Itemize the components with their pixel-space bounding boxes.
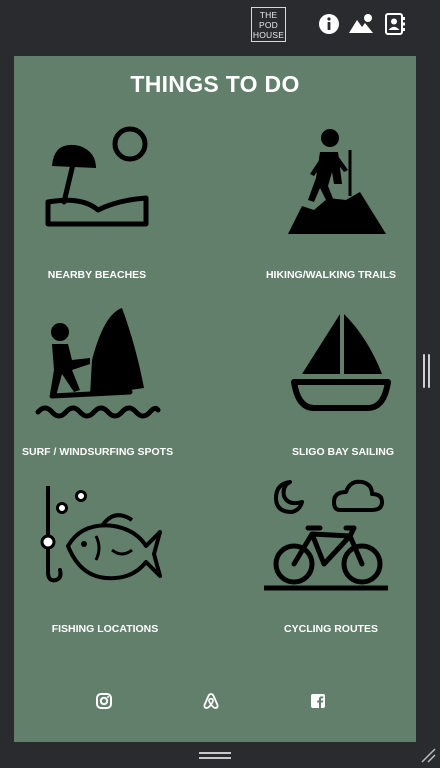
activity-label: HIKING/WALKING TRAILS (265, 269, 397, 281)
activity-label: SURF / WINDSURFING SPOTS (22, 446, 174, 458)
logo[interactable]: THE POD HOUSE (251, 7, 286, 42)
resize-grip-icon[interactable] (420, 747, 436, 763)
page-title: THINGS TO DO (130, 71, 300, 97)
drag-handle[interactable] (199, 752, 231, 760)
hiker-icon (288, 129, 386, 234)
facebook-icon[interactable] (309, 692, 327, 710)
main-panel: THINGS TO DO NEARBY BEACHES HIKING/WALKI… (14, 56, 416, 742)
bicycle-icon (264, 479, 388, 591)
activity-nearby-beaches[interactable]: NEARBY BEACHES (14, 116, 184, 286)
contacts-icon[interactable] (384, 12, 406, 36)
windsurfing-icon (35, 308, 161, 419)
activity-label: FISHING LOCATIONS (51, 623, 159, 635)
activity-fishing-locations[interactable]: FISHING LOCATIONS (14, 468, 204, 638)
top-bar (0, 0, 440, 56)
logo-line: HOUSE (252, 29, 285, 40)
activity-cycling-routes[interactable]: CYCLING ROUTES (246, 468, 416, 638)
beach-icon (45, 126, 149, 227)
info-icon[interactable] (317, 12, 341, 36)
activity-windsurfing-spots[interactable]: SURF / WINDSURFING SPOTS (14, 292, 204, 462)
activity-bay-sailing[interactable]: SLIGO BAY SAILING (246, 292, 416, 462)
fishing-icon (40, 486, 162, 583)
airbnb-icon[interactable] (202, 692, 220, 710)
scroll-handle[interactable] (423, 354, 431, 388)
sailboat-icon (291, 314, 391, 411)
landscape-icon[interactable] (348, 12, 374, 36)
logo-line: THE (259, 9, 278, 20)
activity-label: CYCLING ROUTES (284, 623, 378, 635)
activity-label: NEARBY BEACHES (47, 269, 147, 281)
instagram-icon[interactable] (95, 692, 113, 710)
activity-hiking-trails[interactable]: HIKING/WALKING TRAILS (246, 116, 416, 286)
activity-label: SLIGO BAY SAILING (291, 446, 395, 458)
logo-line: POD (258, 19, 279, 30)
